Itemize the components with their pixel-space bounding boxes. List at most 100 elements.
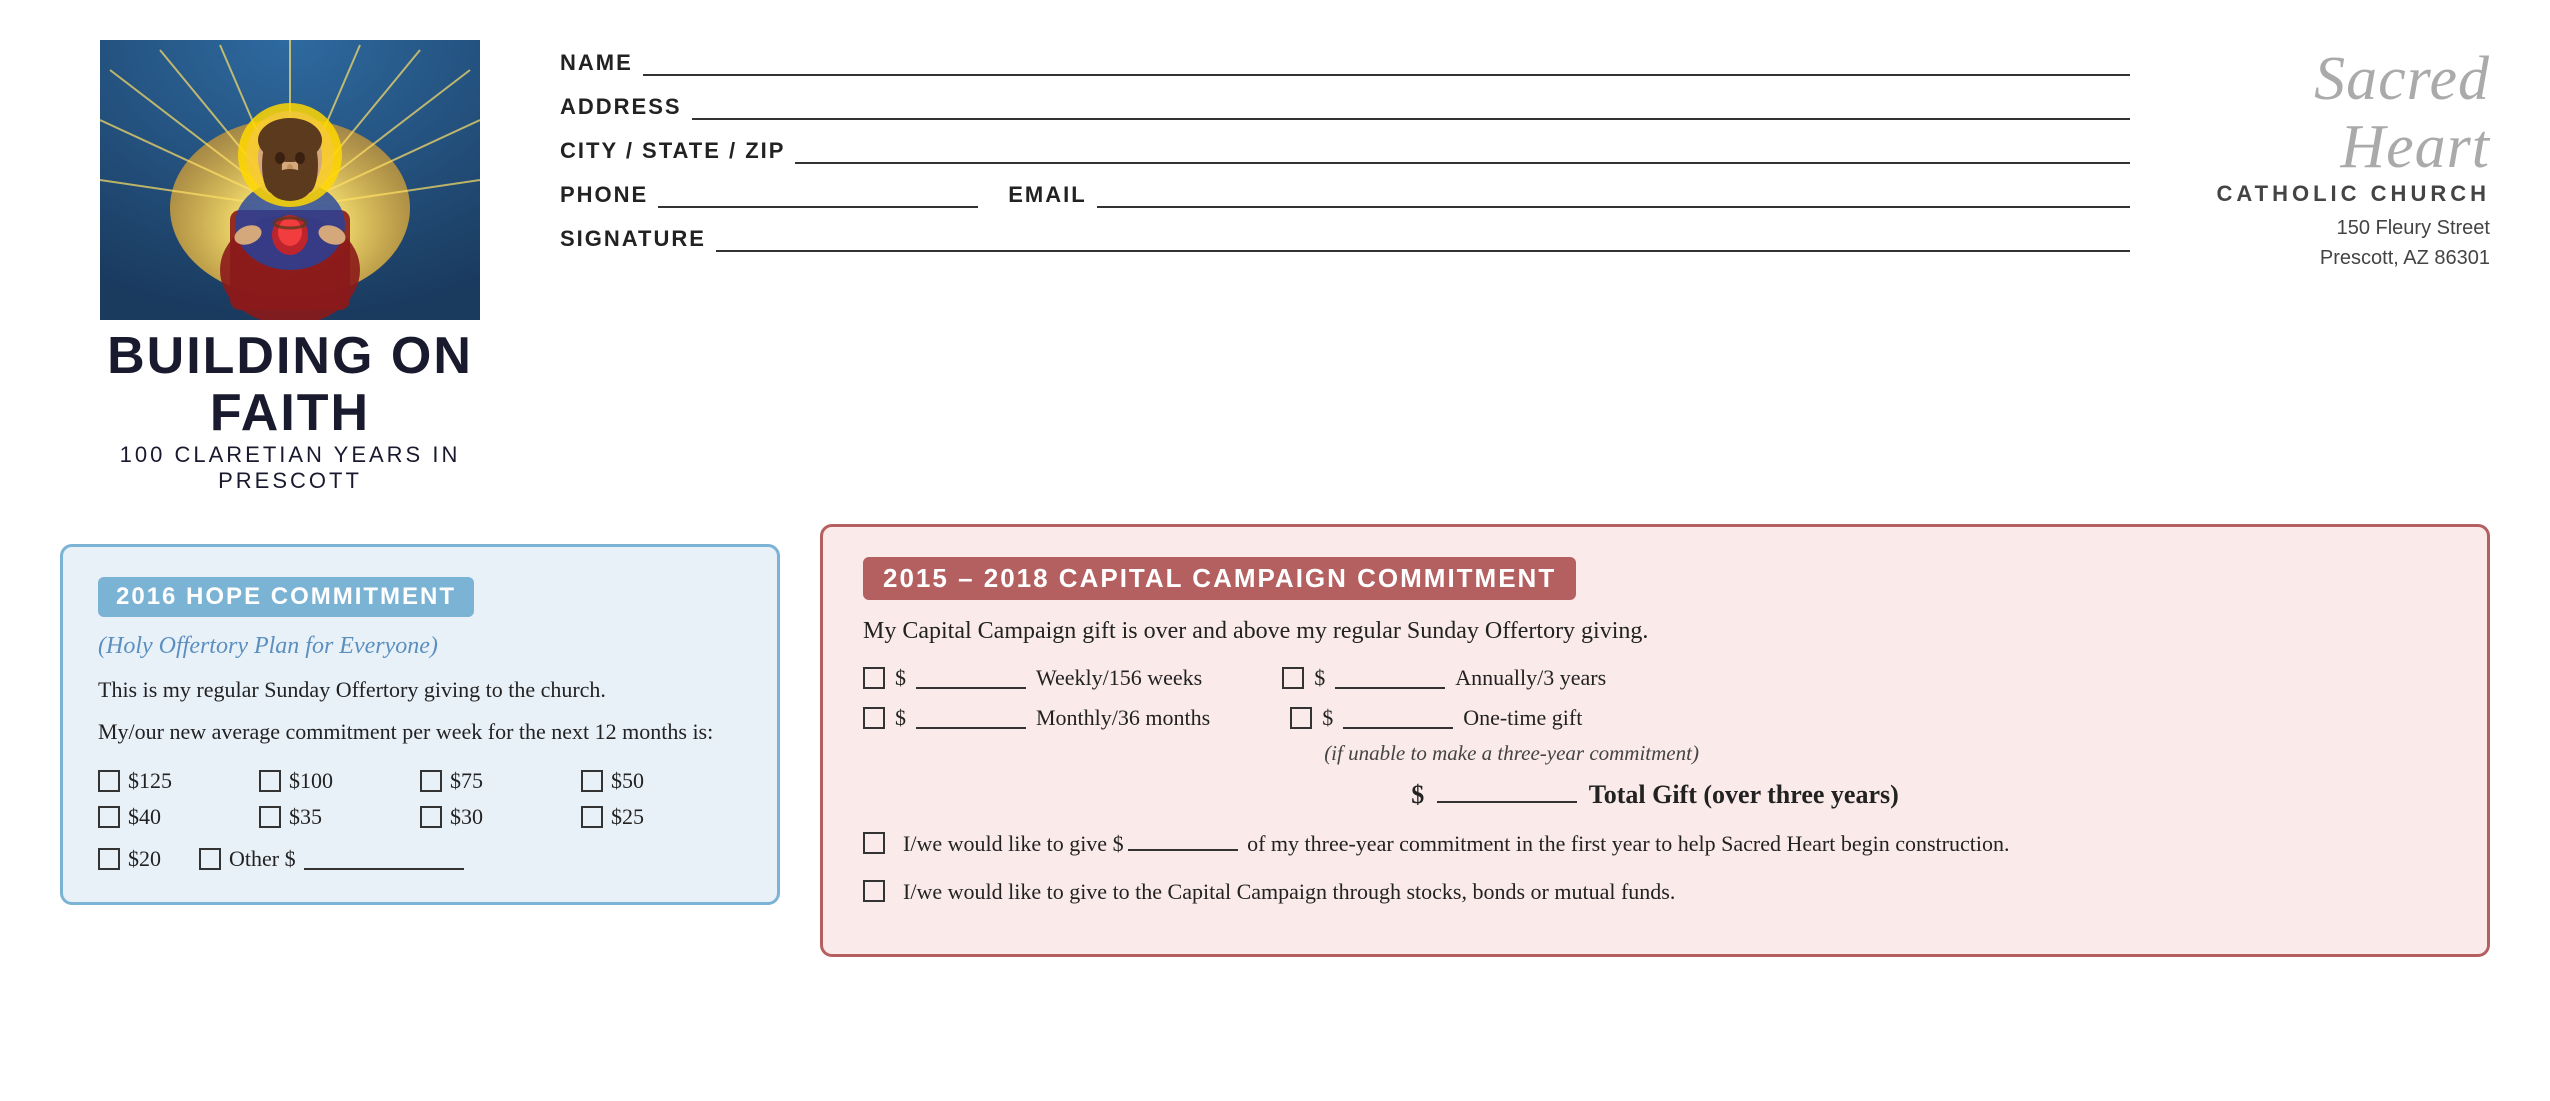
amount-label-25: $25 (611, 804, 644, 830)
checkbox-30[interactable] (420, 806, 442, 828)
email-label: EMAIL (1008, 182, 1086, 208)
amount-100[interactable]: $100 (259, 768, 420, 794)
signature-row: SIGNATURE (560, 226, 2130, 252)
amount-label-100: $100 (289, 768, 333, 794)
amount-label-50: $50 (611, 768, 644, 794)
amount-35[interactable]: $35 (259, 804, 420, 830)
option-onetime[interactable]: $ One-time gift (if unable to make a thr… (1290, 705, 1699, 766)
amount-75[interactable]: $75 (420, 768, 581, 794)
amount-label-30: $30 (450, 804, 483, 830)
signature-line (716, 226, 2130, 252)
dollar-sign-3: $ (895, 705, 906, 731)
para2-text: I/we would like to give to the Capital C… (903, 876, 1675, 908)
amount-label-35: $35 (289, 804, 322, 830)
page: BUILDING ON FAITH 100 CLARETIAN YEARS IN… (0, 0, 2550, 1101)
campaign-total: $ Total Gift (over three years) (863, 780, 2447, 810)
total-label: Total Gift (over three years) (1589, 780, 1899, 809)
amount-label-75: $75 (450, 768, 483, 794)
campaign-row2: $ Monthly/36 months $ One-time gift (if … (863, 705, 2447, 766)
checkbox-onetime[interactable] (1290, 707, 1312, 729)
logo-image (100, 40, 480, 320)
phone-line (658, 182, 978, 208)
hope-text1: This is my regular Sunday Offertory givi… (98, 674, 742, 706)
monthly-amount-line (916, 707, 1026, 729)
amount-label-40: $40 (128, 804, 161, 830)
other-amount-line (304, 848, 464, 870)
option-weekly[interactable]: $ Weekly/156 weeks (863, 665, 1202, 691)
onetime-label: One-time gift (1463, 705, 1582, 731)
checkbox-75[interactable] (420, 770, 442, 792)
checkbox-other[interactable] (199, 848, 221, 870)
hope-text2: My/our new average commitment per week f… (98, 716, 742, 748)
amount-125[interactable]: $125 (98, 768, 259, 794)
annually-label: Annually/3 years (1455, 665, 1606, 691)
weekly-label: Weekly/156 weeks (1036, 665, 1202, 691)
city-line (795, 138, 2130, 164)
onetime-note: (if unable to make a three-year commitme… (1324, 741, 1699, 766)
form-area: NAME ADDRESS CITY / STATE / ZIP PHONE EM… (560, 40, 2130, 270)
signature-label: SIGNATURE (560, 226, 706, 252)
checkbox-125[interactable] (98, 770, 120, 792)
lower-section: 2016 HOPE COMMITMENT (Holy Offertory Pla… (60, 524, 2490, 957)
amount-grid: $125 $100 $75 $50 $40 (98, 768, 742, 830)
address-label: ADDRESS (560, 94, 682, 120)
amount-25[interactable]: $25 (581, 804, 742, 830)
address-row: ADDRESS (560, 94, 2130, 120)
logo-text: BUILDING ON FAITH 100 CLARETIAN YEARS IN… (60, 328, 520, 494)
amount-label-125: $125 (128, 768, 172, 794)
campaign-para2: I/we would like to give to the Capital C… (863, 876, 2447, 908)
campaign-row1: $ Weekly/156 weeks $ Annually/3 years (863, 665, 2447, 691)
church-name-script: Sacred Heart (2170, 45, 2490, 181)
checkbox-firstyear[interactable] (863, 832, 885, 854)
hope-subtitle: (Holy Offertory Plan for Everyone) (98, 633, 742, 660)
name-row: NAME (560, 50, 2130, 76)
campaign-intro: My Capital Campaign gift is over and abo… (863, 618, 2447, 645)
option-monthly[interactable]: $ Monthly/36 months (863, 705, 1210, 731)
dollar-sign-1: $ (895, 665, 906, 691)
checkbox-annually[interactable] (1282, 667, 1304, 689)
church-name-sub: CATHOLIC CHURCH (2170, 181, 2490, 207)
city-label: CITY / STATE / ZIP (560, 138, 785, 164)
checkbox-40[interactable] (98, 806, 120, 828)
checkbox-25[interactable] (581, 806, 603, 828)
logo-area: BUILDING ON FAITH 100 CLARETIAN YEARS IN… (60, 40, 520, 494)
name-label: NAME (560, 50, 633, 76)
amount-30[interactable]: $30 (420, 804, 581, 830)
weekly-amount-line (916, 667, 1026, 689)
campaign-box: 2015 – 2018 CAPITAL CAMPAIGN COMMITMENT … (820, 524, 2490, 957)
other-row: $20 Other $ (98, 846, 742, 872)
logo-subtitle: 100 CLARETIAN YEARS IN PRESCOTT (60, 442, 520, 494)
hope-box: 2016 HOPE COMMITMENT (Holy Offertory Pla… (60, 544, 780, 905)
church-info: Sacred Heart CATHOLIC CHURCH 150 Fleury … (2170, 40, 2490, 273)
checkbox-50[interactable] (581, 770, 603, 792)
dollar-sign-4: $ (1322, 705, 1333, 731)
amount-50[interactable]: $50 (581, 768, 742, 794)
monthly-label: Monthly/36 months (1036, 705, 1210, 731)
option-annually[interactable]: $ Annually/3 years (1282, 665, 1606, 691)
checkbox-35[interactable] (259, 806, 281, 828)
checkbox-monthly[interactable] (863, 707, 885, 729)
campaign-para1: I/we would like to give $ of my three-ye… (863, 828, 2447, 860)
address-line (692, 94, 2130, 120)
checkbox-stocks[interactable] (863, 880, 885, 902)
checkbox-weekly[interactable] (863, 667, 885, 689)
name-line (643, 50, 2130, 76)
city-row: CITY / STATE / ZIP (560, 138, 2130, 164)
amount-40[interactable]: $40 (98, 804, 259, 830)
building-on-faith-title: BUILDING ON FAITH (60, 328, 520, 442)
checkbox-100[interactable] (259, 770, 281, 792)
checkbox-20[interactable] (98, 848, 120, 870)
hope-title: 2016 HOPE COMMITMENT (98, 577, 474, 617)
church-address: 150 Fleury Street Prescott, AZ 86301 (2170, 213, 2490, 273)
other-label: Other $ (229, 846, 296, 872)
dollar-sign-total: $ (1411, 780, 1424, 809)
phone-email-row: PHONE EMAIL (560, 182, 2130, 208)
amount-label-20: $20 (128, 846, 161, 872)
dollar-sign-2: $ (1314, 665, 1325, 691)
church-address-line1: 150 Fleury Street (2337, 217, 2490, 239)
phone-label: PHONE (560, 182, 648, 208)
email-line (1097, 182, 2130, 208)
annually-amount-line (1335, 667, 1445, 689)
campaign-title: 2015 – 2018 CAPITAL CAMPAIGN COMMITMENT (863, 557, 1576, 600)
church-address-line2: Prescott, AZ 86301 (2320, 247, 2490, 269)
